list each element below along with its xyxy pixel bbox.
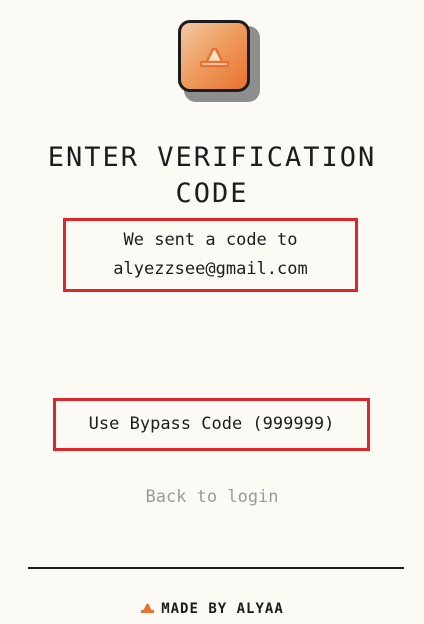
email-address: alyezzsee@gmail.com xyxy=(113,259,308,279)
page-title: ENTER VERIFICATION CODE xyxy=(0,140,424,212)
code-sent-message: We sent a code to alyezzsee@gmail.com xyxy=(63,218,358,292)
app-logo xyxy=(178,20,250,92)
footer-credit: MADE BY ALYAA xyxy=(0,601,424,617)
footer-label: MADE BY ALYAA xyxy=(161,601,284,617)
orange-hat-icon xyxy=(199,47,230,68)
back-to-login-link[interactable]: Back to login xyxy=(0,487,424,507)
code-sent-text: We sent a code to xyxy=(123,230,298,250)
page-title-line1: ENTER VERIFICATION xyxy=(47,142,377,173)
bypass-code-button[interactable]: Use Bypass Code (999999) xyxy=(53,398,370,451)
page-title-line2: CODE xyxy=(175,178,249,209)
footer-divider xyxy=(28,567,404,569)
orange-hat-icon xyxy=(141,604,155,613)
